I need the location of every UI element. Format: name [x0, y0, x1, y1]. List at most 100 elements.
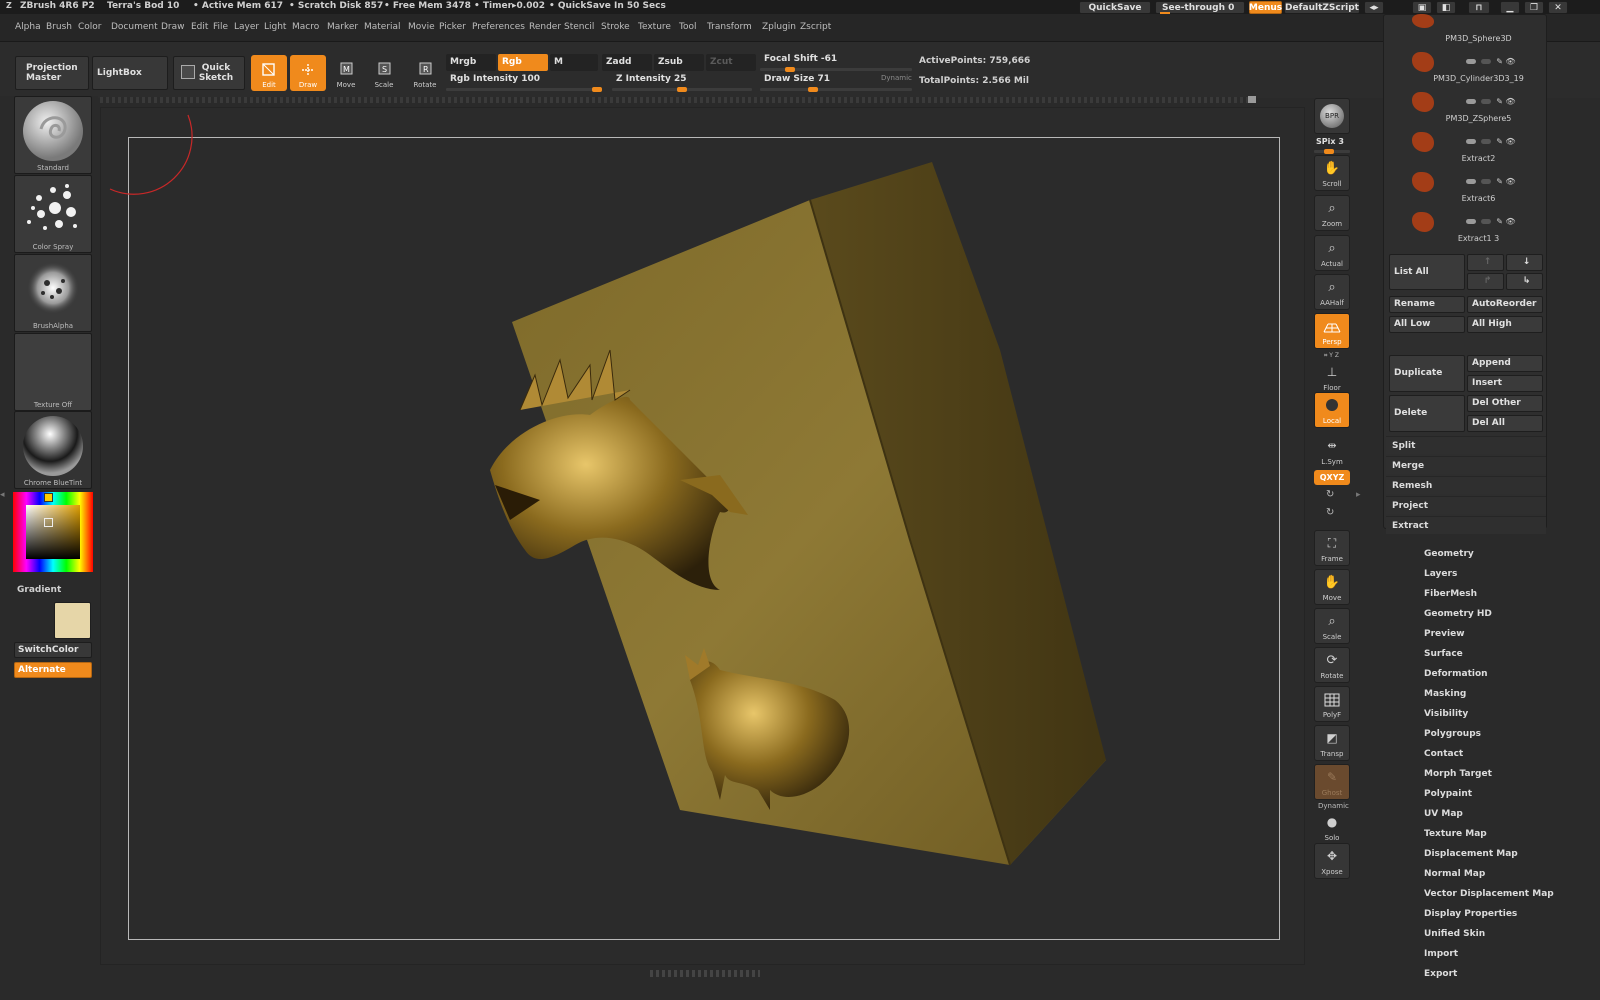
collapse-left-icon[interactable]: ◂ [0, 490, 6, 510]
subtool-list[interactable]: PM3D_Sphere3D ✎ 👁 PM3D_Cylinder3D3_19 ✎ … [1386, 14, 1544, 250]
section-normal-map[interactable]: Normal Map [1424, 869, 1485, 879]
autoreorder-button[interactable]: AutoReorder [1467, 296, 1543, 313]
rotate-z-icon[interactable]: ↻ [1326, 507, 1334, 518]
menu-light[interactable]: Light [264, 22, 286, 32]
menu-edit[interactable]: Edit [191, 22, 208, 32]
del-all-button[interactable]: Del All [1467, 415, 1543, 432]
spix-knob[interactable] [1324, 149, 1334, 154]
bpr-button[interactable]: BPR [1314, 98, 1350, 134]
menu-marker[interactable]: Marker [327, 22, 358, 32]
zcut-toggle[interactable]: Zcut [706, 54, 756, 71]
section-morph-target[interactable]: Morph Target [1424, 769, 1492, 779]
solo-button[interactable]: ● Solo [1314, 808, 1350, 844]
projection-master-button[interactable]: Projection Master [15, 56, 89, 90]
menu-draw[interactable]: Draw [161, 22, 185, 32]
section-fibermesh[interactable]: FiberMesh [1424, 589, 1477, 599]
section-surface[interactable]: Surface [1424, 649, 1463, 659]
extract-subpalette[interactable]: Extract [1386, 516, 1546, 534]
menu-document[interactable]: Document [111, 22, 158, 32]
menu-file[interactable]: File [213, 22, 228, 32]
subtool-item[interactable]: PM3D_Sphere3D ✎ 👁 [1386, 32, 1550, 71]
close-icon[interactable]: ✕ [1548, 1, 1568, 14]
document-strip-handle[interactable] [1248, 96, 1256, 103]
draw-size-knob[interactable] [808, 87, 819, 92]
z-intensity-track[interactable] [612, 87, 752, 92]
document-strip[interactable] [100, 97, 1255, 103]
restore-icon[interactable]: ❐ [1524, 1, 1544, 14]
insert-button[interactable]: Insert [1467, 375, 1543, 392]
minimize-icon[interactable]: ▁ [1500, 1, 1520, 14]
polyf-button[interactable]: PolyF [1314, 686, 1350, 722]
menu-stroke[interactable]: Stroke [601, 22, 630, 32]
rgb-intensity-track[interactable] [446, 87, 602, 92]
quicksave-button[interactable]: QuickSave [1079, 1, 1151, 14]
rgb-toggle[interactable]: Rgb [498, 54, 548, 71]
menu-material[interactable]: Material [364, 22, 401, 32]
rotate-view-button[interactable]: ⟳ Rotate [1314, 647, 1350, 683]
gradient-label[interactable]: Gradient [17, 585, 61, 595]
draw-tool-button[interactable]: Draw [290, 55, 326, 91]
subtool-toggles[interactable]: ✎ 👁 [1466, 129, 1536, 146]
dynamic-label[interactable]: Dynamic [881, 74, 912, 82]
duplicate-button[interactable]: Duplicate [1389, 355, 1465, 392]
rotate-tool-button[interactable]: R Rotate [407, 55, 443, 91]
menu-preferences[interactable]: Preferences [472, 22, 525, 32]
draw-size-track[interactable] [760, 87, 912, 92]
qxyz-button[interactable]: QXYZ [1314, 470, 1350, 485]
scale-tool-button[interactable]: S Scale [366, 55, 402, 91]
append-button[interactable]: Append [1467, 355, 1543, 372]
folder-up-icon[interactable]: ↱ [1467, 273, 1504, 290]
del-other-button[interactable]: Del Other [1467, 395, 1543, 412]
secondary-color-swatch[interactable] [54, 602, 91, 639]
delete-button[interactable]: Delete [1389, 395, 1465, 432]
menu-movie[interactable]: Movie [408, 22, 435, 32]
alpha-picker[interactable]: BrushAlpha [14, 254, 92, 332]
merge-subpalette[interactable]: Merge [1386, 456, 1546, 474]
scroll-button[interactable]: ✋ Scroll [1314, 155, 1350, 191]
split-subpalette[interactable]: Split [1386, 436, 1546, 454]
section-unified-skin[interactable]: Unified Skin [1424, 929, 1485, 939]
subtool-item[interactable]: PM3D_Cylinder3D3_19 ✎ 👁 [1386, 52, 1550, 111]
transp-button[interactable]: ◩ Transp [1314, 725, 1350, 761]
ghost-button[interactable]: ✎ Ghost [1314, 764, 1350, 800]
lsym-button[interactable]: ⇹ L.Sym [1314, 432, 1350, 468]
scroll-arrows-icon[interactable]: ◂▸ [1364, 1, 1384, 14]
menu-transform[interactable]: Transform [707, 22, 752, 32]
brush-picker[interactable]: Standard [14, 96, 92, 174]
lightbox-button[interactable]: LightBox [92, 56, 168, 90]
layout-icon[interactable]: ▣ [1412, 1, 1432, 14]
stroke-picker[interactable]: Color Spray [14, 175, 92, 253]
color-saturation-square[interactable] [26, 505, 80, 559]
rgb-intensity-slider[interactable]: Rgb Intensity 100 [446, 71, 602, 88]
zsub-toggle[interactable]: Zsub [654, 54, 704, 71]
section-masking[interactable]: Masking [1424, 689, 1466, 699]
move-tool-button[interactable]: M Move [328, 55, 364, 91]
section-layers[interactable]: Layers [1424, 569, 1457, 579]
aahalf-button[interactable]: ⌕ AAHalf [1314, 274, 1350, 310]
subtool-toggles[interactable]: ✎ 👁 [1466, 169, 1536, 186]
default-zscript-button[interactable]: DefaultZScript [1284, 1, 1360, 14]
color-marker[interactable] [44, 518, 53, 527]
section-display-properties[interactable]: Display Properties [1424, 909, 1517, 919]
subtool-item[interactable]: Extract1 3 [1386, 212, 1550, 250]
folder-down-icon[interactable]: ↳ [1506, 273, 1543, 290]
focal-shift-slider[interactable]: Focal Shift -61 [760, 51, 912, 68]
menu-texture[interactable]: Texture [638, 22, 671, 32]
z-intensity-knob[interactable] [677, 87, 687, 92]
ui-layout-icon[interactable]: ◧ [1436, 1, 1456, 14]
zoom-button[interactable]: ⌕ Zoom [1314, 195, 1350, 231]
section-texture-map[interactable]: Texture Map [1424, 829, 1487, 839]
menu-render[interactable]: Render [529, 22, 561, 32]
menu-zplugin[interactable]: Zplugin [762, 22, 796, 32]
subtool-item[interactable]: Extract6 ✎ 👁 [1386, 172, 1550, 231]
remesh-subpalette[interactable]: Remesh [1386, 476, 1546, 494]
section-uv-map[interactable]: UV Map [1424, 809, 1463, 819]
material-picker[interactable]: Chrome BlueTint [14, 411, 92, 489]
menu-brush[interactable]: Brush [46, 22, 72, 32]
section-visibility[interactable]: Visibility [1424, 709, 1468, 719]
switch-color-button[interactable]: SwitchColor [14, 642, 92, 658]
color-picker[interactable] [13, 492, 93, 572]
menu-stencil[interactable]: Stencil [564, 22, 594, 32]
menu-layer[interactable]: Layer [234, 22, 259, 32]
section-displacement-map[interactable]: Displacement Map [1424, 849, 1518, 859]
